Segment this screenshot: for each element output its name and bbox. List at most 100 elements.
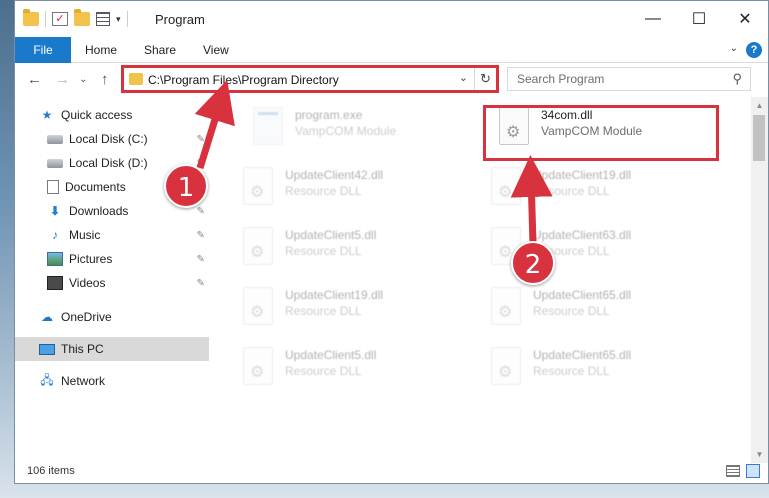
tab-home[interactable]: Home	[71, 37, 131, 63]
properties-check-icon[interactable]: ✓	[52, 12, 68, 26]
search-input[interactable]	[509, 69, 719, 89]
gear-icon: ⚙	[250, 364, 265, 381]
file-item[interactable]: ⚙ UpdateClient42.dll Resource DLL	[223, 161, 463, 211]
sidebar-item-network[interactable]: 🖧 Network	[15, 369, 209, 393]
file-item[interactable]: ⚙ UpdateClient19.dll Resource DLL	[223, 281, 463, 331]
file-item-exe[interactable]: program.exe VampCOM Module	[233, 101, 473, 151]
dll-file-icon: ⚙	[491, 347, 521, 385]
file-name: UpdateClient19.dll	[533, 168, 632, 182]
navigation-pane: ★ Quick access Local Disk (C:) ✎ Local D…	[15, 101, 209, 463]
maximize-button[interactable]: ☐	[676, 1, 722, 37]
scroll-thumb[interactable]	[753, 115, 765, 161]
step-1-badge: 1	[164, 164, 208, 208]
tab-view[interactable]: View	[189, 37, 243, 63]
file-item[interactable]: ⚙ UpdateClient65.dll Resource DLL	[471, 341, 711, 391]
gear-icon: ⚙	[498, 304, 513, 321]
customize-dropdown-icon[interactable]: ▾	[116, 14, 121, 25]
up-button[interactable]: ↑	[101, 71, 109, 88]
gear-icon: ⚙	[498, 364, 513, 381]
file-item[interactable]: ⚙ UpdateClient63.dll Resource DLL	[471, 221, 711, 271]
file-description: Resource DLL	[285, 364, 362, 378]
sidebar-item-local-disk-c[interactable]: Local Disk (C:) ✎	[15, 127, 209, 151]
search-icon[interactable]: ⚲	[732, 71, 742, 87]
file-description: Resource DLL	[533, 304, 610, 318]
tab-file[interactable]: File	[15, 37, 71, 63]
details-icon[interactable]	[96, 12, 110, 26]
expand-ribbon-icon[interactable]: ⌄	[730, 43, 738, 54]
pin-icon[interactable]: ✎	[197, 278, 205, 289]
file-item[interactable]: ⚙ UpdateClient5.dll Resource DLL	[223, 221, 463, 271]
item-count: 106 items	[27, 465, 75, 477]
sidebar-item-label: Music	[69, 228, 101, 242]
sidebar-item-label: Local Disk (C:)	[69, 132, 148, 146]
sidebar-item-videos[interactable]: Videos ✎	[15, 271, 209, 295]
search-box[interactable]: ⚲	[507, 67, 751, 91]
sidebar-item-this-pc[interactable]: This PC	[15, 337, 209, 361]
new-folder-icon[interactable]	[74, 9, 90, 26]
exe-file-icon	[253, 107, 283, 145]
cloud-icon: ☁	[41, 310, 53, 324]
explorer-window: ✓ ▾ Program — ☐ ✕ File Home Share View ⌄…	[14, 0, 769, 484]
tiles-view-icon[interactable]	[746, 464, 760, 478]
file-description: Resource DLL	[533, 184, 610, 198]
sidebar-item-label: Quick access	[61, 108, 133, 122]
pc-icon	[39, 343, 55, 355]
help-icon[interactable]: ?	[746, 42, 762, 58]
download-icon: ⬇	[49, 204, 61, 218]
file-item[interactable]: ⚙ UpdateClient5.dll Resource DLL	[223, 341, 463, 391]
videos-icon	[47, 276, 63, 290]
minimize-button[interactable]: —	[630, 1, 676, 37]
sidebar-item-label: Videos	[69, 276, 106, 290]
window-title: Program	[155, 12, 205, 27]
file-item[interactable]: ⚙ UpdateClient19.dll Resource DLL	[471, 161, 711, 211]
file-name: UpdateClient65.dll	[533, 348, 632, 362]
disk-icon	[47, 134, 63, 144]
sidebar-item-pictures[interactable]: Pictures ✎	[15, 247, 209, 271]
file-description: Resource DLL	[285, 304, 362, 318]
document-icon	[47, 180, 59, 194]
vertical-scrollbar[interactable]: ▲ ▼	[751, 97, 768, 463]
dll-file-icon: ⚙	[243, 287, 273, 325]
pictures-icon	[47, 252, 63, 266]
back-button[interactable]: ←	[27, 71, 42, 88]
window-controls: — ☐ ✕	[630, 1, 768, 37]
file-highlight-box	[483, 105, 719, 161]
tab-share[interactable]: Share	[130, 37, 190, 63]
disk-icon	[47, 158, 63, 168]
file-name: UpdateClient19.dll	[285, 288, 384, 302]
quick-access-toolbar: ✓ ▾	[23, 9, 128, 27]
toolbar-divider	[126, 11, 128, 27]
gear-icon: ⚙	[250, 184, 265, 201]
sidebar-item-onedrive[interactable]: ☁ OneDrive	[15, 305, 209, 329]
recent-locations-icon[interactable]: ⌄	[79, 74, 87, 85]
pin-icon[interactable]: ✎	[197, 134, 205, 145]
status-bar: 106 items	[15, 461, 768, 483]
pin-icon[interactable]: ✎	[197, 230, 205, 241]
sidebar-item-quick-access[interactable]: ★ Quick access	[15, 103, 209, 127]
file-item[interactable]: ⚙ UpdateClient65.dll Resource DLL	[471, 281, 711, 331]
file-description: Resource DLL	[285, 244, 362, 258]
file-description: Resource DLL	[533, 364, 610, 378]
network-icon: 🖧	[40, 372, 54, 387]
file-name: UpdateClient5.dll	[285, 348, 377, 362]
details-view-icon[interactable]	[726, 465, 740, 477]
title-bar: ✓ ▾ Program — ☐ ✕	[15, 1, 768, 37]
sidebar-item-label: Documents	[65, 180, 126, 194]
toolbar-divider	[45, 11, 46, 27]
scroll-up-icon[interactable]: ▲	[751, 97, 768, 114]
dll-file-icon: ⚙	[243, 227, 273, 265]
sidebar-item-label: Network	[61, 374, 106, 388]
gear-icon: ⚙	[250, 304, 265, 321]
dll-file-icon: ⚙	[491, 287, 521, 325]
gear-icon: ⚙	[498, 184, 513, 201]
gear-icon: ⚙	[250, 244, 265, 261]
file-name: UpdateClient42.dll	[285, 168, 384, 182]
forward-button[interactable]: →	[55, 71, 70, 88]
gear-icon: ⚙	[498, 244, 513, 261]
pin-icon[interactable]: ✎	[197, 254, 205, 265]
sidebar-item-music[interactable]: ♪ Music ✎	[15, 223, 209, 247]
dll-file-icon: ⚙	[491, 167, 521, 205]
close-button[interactable]: ✕	[722, 1, 768, 37]
sidebar-item-label: OneDrive	[61, 310, 112, 324]
pin-icon[interactable]: ✎	[197, 206, 205, 217]
